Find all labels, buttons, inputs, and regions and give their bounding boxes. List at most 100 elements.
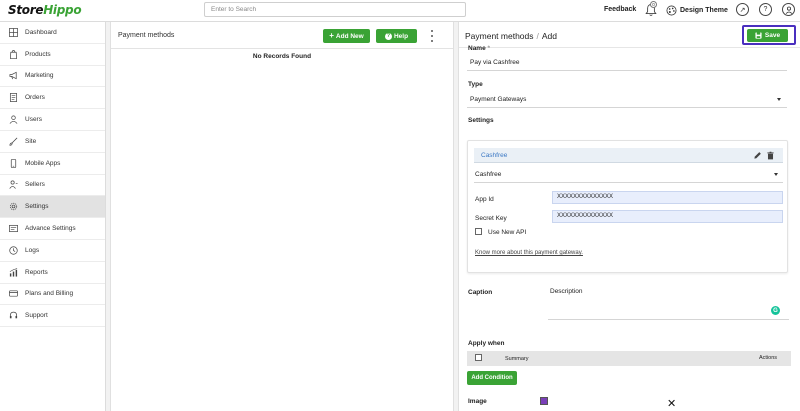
caption-description-input[interactable] — [548, 297, 789, 319]
name-label-text: Name — [468, 45, 486, 52]
gear-icon — [9, 203, 18, 211]
sidebar-item-orders[interactable]: Orders — [0, 87, 105, 110]
sidebar-item-mobile-apps[interactable]: Mobile Apps — [0, 153, 105, 175]
list-panel-title: Payment methods — [118, 32, 175, 39]
list-panel-header: Payment methods + Add New ? Help — [111, 22, 453, 49]
storehippo-logo[interactable]: StoreHippo — [8, 3, 82, 17]
sidebar-item-label: Orders — [25, 94, 45, 102]
sidebar-item-label: Site — [25, 137, 37, 145]
help-label: Help — [393, 32, 409, 40]
type-select[interactable]: Payment Gateways — [470, 96, 526, 103]
reports-icon — [9, 267, 18, 277]
sidebar-item-label: Marketing — [25, 72, 54, 80]
secret-key-label: Secret Key — [475, 215, 507, 222]
notification-count-badge: 0 — [650, 1, 657, 8]
form-header: Payment methods / Add Save — [459, 22, 800, 48]
headset-icon — [9, 311, 18, 319]
sidebar-item-reports[interactable]: Reports — [0, 262, 105, 284]
sidebar-item-label: Products — [25, 50, 51, 58]
sidebar-item-settings[interactable]: Settings — [0, 196, 105, 219]
type-select-underline — [467, 107, 787, 108]
gateway-select-underline — [474, 182, 783, 183]
gateway-card-header: Cashfree — [474, 148, 783, 163]
save-label: Save — [764, 32, 781, 39]
secret-key-input[interactable]: XXXXXXXXXXXXXX — [552, 210, 783, 223]
sidebar-item-support[interactable]: Support — [0, 305, 105, 328]
app-id-input[interactable]: XXXXXXXXXXXXXX — [552, 191, 783, 204]
save-button[interactable]: Save — [747, 29, 788, 42]
sidebar-item-products[interactable]: Products — [0, 44, 105, 66]
help-circle-icon[interactable]: ? — [759, 3, 772, 16]
use-new-api-label: Use New API — [488, 229, 527, 236]
summary-column-header: Summary — [505, 356, 529, 362]
image-thumbnail[interactable] — [540, 397, 548, 405]
search-input[interactable] — [204, 2, 466, 17]
brush-icon — [9, 137, 18, 146]
gateway-select[interactable]: Cashfree — [475, 171, 501, 178]
trash-icon[interactable] — [766, 151, 775, 160]
external-link-icon[interactable]: ↗ — [736, 3, 749, 16]
design-theme-button[interactable]: Design Theme — [666, 3, 728, 17]
caption-input-underline — [548, 319, 789, 320]
sidebar-item-dashboard[interactable]: Dashboard — [0, 22, 105, 44]
pencil-icon[interactable] — [753, 151, 762, 160]
floppy-disk-icon — [755, 32, 762, 39]
question-circle-icon: ? — [384, 32, 392, 40]
gateway-name: Cashfree — [481, 152, 508, 159]
sidebar-item-label: Mobile Apps — [25, 159, 61, 167]
type-label: Type — [468, 81, 483, 88]
user-icon — [9, 115, 18, 124]
gateway-chevron-down-icon[interactable] — [774, 173, 778, 176]
billing-icon — [9, 290, 18, 298]
grammarly-icon[interactable]: G — [771, 306, 780, 315]
sidebar-item-marketing[interactable]: Marketing — [0, 66, 105, 88]
palette-icon — [666, 5, 677, 15]
sidebar-item-users[interactable]: Users — [0, 109, 105, 131]
sidebar-item-label: Support — [25, 312, 48, 320]
name-input[interactable]: Pay via Cashfree — [470, 59, 520, 66]
sidebar-item-logs[interactable]: Logs — [0, 240, 105, 262]
sidebar-item-site[interactable]: Site — [0, 131, 105, 153]
payment-method-form-panel: Payment methods / Add Save Name * Pay via … — [458, 22, 800, 411]
know-more-link[interactable]: Know more about this payment gateway. — [475, 250, 583, 256]
logo-main-text: Store — [8, 3, 44, 17]
add-condition-button[interactable]: Add Condition — [467, 371, 517, 385]
select-all-checkbox[interactable] — [475, 354, 482, 361]
kebab-menu-icon[interactable] — [429, 30, 435, 42]
add-new-label: Add New — [335, 32, 364, 40]
sidebar-item-label: Settings — [25, 203, 49, 211]
payment-methods-list-panel: Payment methods + Add New ? Help No Reco… — [110, 22, 454, 411]
plus-icon: + — [329, 31, 334, 40]
breadcrumb-current: Add — [541, 31, 558, 41]
sidebar-item-label: Plans and Billing — [25, 290, 74, 298]
feedback-link[interactable]: Feedback — [604, 6, 636, 13]
apply-when-label: Apply when — [468, 340, 505, 347]
products-icon — [9, 49, 18, 59]
breadcrumb: Payment methods / Add — [465, 31, 557, 41]
design-theme-label: Design Theme — [680, 6, 728, 14]
breadcrumb-separator: / — [536, 31, 539, 41]
orders-icon — [9, 93, 18, 103]
image-label: Image — [468, 398, 487, 405]
close-icon[interactable]: ✕ — [667, 398, 676, 410]
sidebar-item-advance-settings[interactable]: Advance Settings — [0, 218, 105, 240]
name-input-underline — [467, 70, 787, 71]
conditions-table-header: Summary Actions — [467, 351, 791, 366]
description-label: Description — [550, 288, 583, 295]
dashboard-icon — [9, 27, 18, 37]
help-button[interactable]: ? Help — [376, 29, 417, 43]
sidebar: Dashboard Products Marketing Orders User… — [0, 22, 106, 411]
use-new-api-checkbox[interactable] — [475, 228, 482, 235]
caption-label: Caption — [468, 289, 493, 296]
add-new-button[interactable]: + Add New — [323, 29, 370, 43]
sellers-icon — [9, 181, 18, 190]
megaphone-icon — [9, 72, 17, 80]
breadcrumb-parent[interactable]: Payment methods — [465, 31, 534, 41]
person-icon — [785, 6, 792, 14]
sidebar-item-plans-and-billing[interactable]: Plans and Billing — [0, 284, 105, 306]
logo-accent-text: Hippo — [43, 3, 82, 17]
sidebar-item-sellers[interactable]: Sellers — [0, 175, 105, 197]
account-icon[interactable] — [782, 3, 795, 16]
type-chevron-down-icon[interactable] — [777, 98, 781, 101]
sidebar-item-label: Reports — [25, 268, 48, 276]
